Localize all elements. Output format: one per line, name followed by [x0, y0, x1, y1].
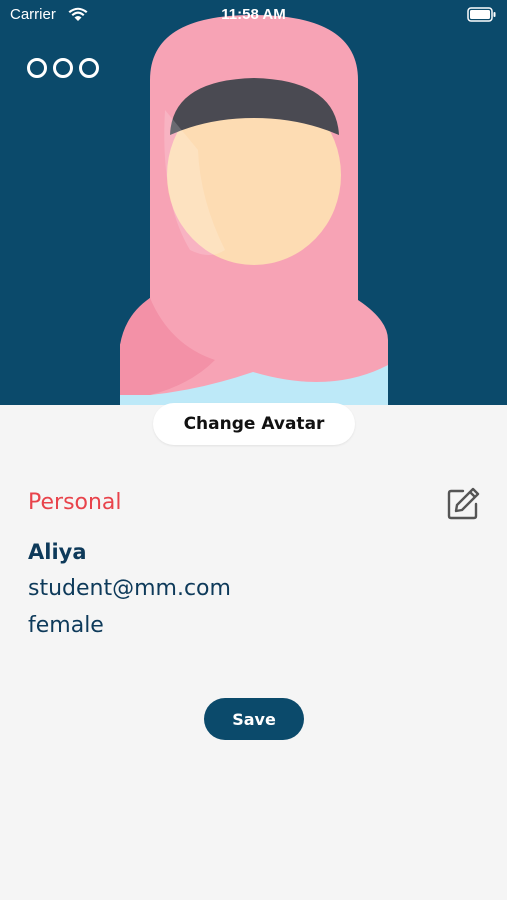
menu-dot	[27, 58, 47, 78]
menu-dot	[79, 58, 99, 78]
personal-section-title: Personal	[28, 490, 122, 515]
edit-icon[interactable]	[446, 487, 480, 521]
menu-dot	[53, 58, 73, 78]
profile-email: student@mm.com	[28, 576, 231, 601]
status-time: 11:58 AM	[221, 6, 286, 23]
more-options-icon[interactable]	[27, 58, 99, 78]
profile-gender: female	[28, 613, 104, 638]
profile-header: Carrier 11:58 AM	[0, 0, 507, 405]
save-button[interactable]: Save	[204, 698, 304, 740]
status-bar: Carrier 11:58 AM	[0, 0, 507, 30]
profile-name: Aliya	[28, 540, 87, 564]
change-avatar-button[interactable]: Change Avatar	[153, 403, 355, 445]
battery-icon	[467, 7, 496, 22]
